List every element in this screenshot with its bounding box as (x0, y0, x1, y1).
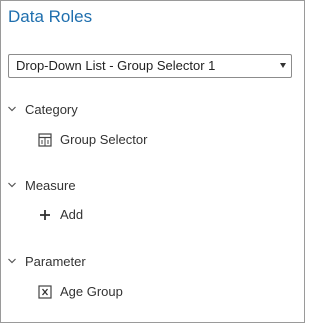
chevron-down-icon (8, 106, 16, 112)
section-category-label: Category (25, 102, 78, 117)
section-measure-label: Measure (25, 178, 76, 193)
parameter-icon (38, 285, 52, 299)
category-icon (38, 133, 52, 147)
chevron-down-icon (8, 258, 16, 264)
section-parameter-label: Parameter (25, 254, 86, 269)
chevron-down-icon (280, 63, 286, 68)
panel-title: Data Roles (8, 7, 93, 26)
chevron-down-icon (8, 182, 16, 188)
object-select-value: Drop-Down List - Group Selector 1 (16, 58, 216, 73)
role-item-label: Age Group (60, 284, 123, 299)
data-roles-panel: Data Roles Drop-Down List - Group Select… (0, 0, 305, 323)
plus-icon (40, 210, 50, 220)
role-item-label: Group Selector (60, 132, 148, 147)
add-measure-label: Add (60, 207, 84, 222)
object-select[interactable]: Drop-Down List - Group Selector 1 (8, 54, 292, 78)
